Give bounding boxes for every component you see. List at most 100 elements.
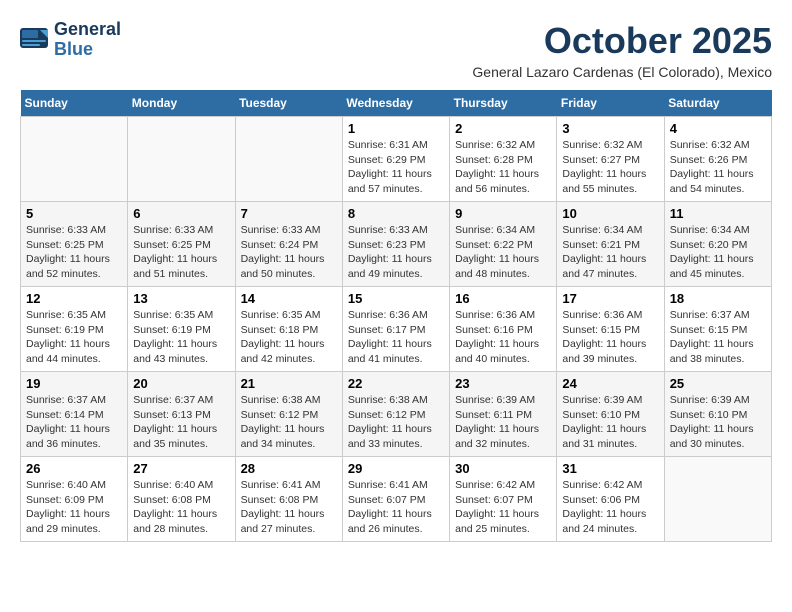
calendar-cell: 21 Sunrise: 6:38 AMSunset: 6:12 PMDayligh…: [235, 372, 342, 457]
page-title: October 2025: [472, 20, 772, 62]
day-number: 2: [455, 121, 551, 136]
calendar-cell: 15 Sunrise: 6:36 AMSunset: 6:17 PMDayligh…: [342, 287, 449, 372]
calendar-cell: [128, 117, 235, 202]
weekday-header-row: SundayMondayTuesdayWednesdayThursdayFrid…: [21, 90, 772, 117]
calendar-cell: 31 Sunrise: 6:42 AMSunset: 6:06 PMDayligh…: [557, 457, 664, 542]
day-number: 19: [26, 376, 122, 391]
day-number: 5: [26, 206, 122, 221]
day-info: Sunrise: 6:36 AMSunset: 6:16 PMDaylight:…: [455, 308, 551, 367]
calendar-cell: 28 Sunrise: 6:41 AMSunset: 6:08 PMDayligh…: [235, 457, 342, 542]
page-subtitle: General Lazaro Cardenas (El Colorado), M…: [472, 64, 772, 80]
day-number: 4: [670, 121, 766, 136]
day-number: 10: [562, 206, 658, 221]
logo-line2: Blue: [54, 40, 121, 60]
day-number: 24: [562, 376, 658, 391]
day-number: 3: [562, 121, 658, 136]
day-info: Sunrise: 6:35 AMSunset: 6:19 PMDaylight:…: [26, 308, 122, 367]
calendar-cell: [664, 457, 771, 542]
day-number: 30: [455, 461, 551, 476]
calendar-cell: 11Sunrise: 6:34 AMSunset: 6:20 PMDayligh…: [664, 202, 771, 287]
calendar-cell: 8 Sunrise: 6:33 AMSunset: 6:23 PMDaylight…: [342, 202, 449, 287]
logo: General Blue: [20, 20, 121, 60]
calendar-cell: 26Sunrise: 6:40 AMSunset: 6:09 PMDayligh…: [21, 457, 128, 542]
day-info: Sunrise: 6:35 AMSunset: 6:18 PMDaylight:…: [241, 308, 337, 367]
day-info: Sunrise: 6:32 AMSunset: 6:28 PMDaylight:…: [455, 138, 551, 197]
calendar-cell: 9Sunrise: 6:34 AMSunset: 6:22 PMDaylight…: [450, 202, 557, 287]
day-number: 8: [348, 206, 444, 221]
day-info: Sunrise: 6:41 AMSunset: 6:08 PMDaylight:…: [241, 478, 337, 537]
day-number: 29: [348, 461, 444, 476]
day-number: 12: [26, 291, 122, 306]
weekday-header-friday: Friday: [557, 90, 664, 117]
week-row-1: 1Sunrise: 6:31 AMSunset: 6:29 PMDaylight…: [21, 117, 772, 202]
calendar-cell: 6 Sunrise: 6:33 AMSunset: 6:25 PMDaylight…: [128, 202, 235, 287]
week-row-3: 12 Sunrise: 6:35 AMSunset: 6:19 PMDayligh…: [21, 287, 772, 372]
day-number: 28: [241, 461, 337, 476]
day-info: Sunrise: 6:41 AMSunset: 6:07 PMDaylight:…: [348, 478, 444, 537]
day-number: 13: [133, 291, 229, 306]
calendar-cell: 29 Sunrise: 6:41 AMSunset: 6:07 PMDayligh…: [342, 457, 449, 542]
day-number: 25: [670, 376, 766, 391]
day-info: Sunrise: 6:33 AMSunset: 6:25 PMDaylight:…: [26, 223, 122, 282]
weekday-header-wednesday: Wednesday: [342, 90, 449, 117]
calendar-cell: 12 Sunrise: 6:35 AMSunset: 6:19 PMDayligh…: [21, 287, 128, 372]
day-number: 31: [562, 461, 658, 476]
calendar-cell: 4 Sunrise: 6:32 AMSunset: 6:26 PMDaylight…: [664, 117, 771, 202]
day-number: 21: [241, 376, 337, 391]
day-number: 27: [133, 461, 229, 476]
day-number: 18: [670, 291, 766, 306]
day-info: Sunrise: 6:36 AMSunset: 6:17 PMDaylight:…: [348, 308, 444, 367]
calendar-table: SundayMondayTuesdayWednesdayThursdayFrid…: [20, 90, 772, 542]
calendar-cell: 3 Sunrise: 6:32 AMSunset: 6:27 PMDaylight…: [557, 117, 664, 202]
day-info: Sunrise: 6:32 AMSunset: 6:26 PMDaylight:…: [670, 138, 766, 197]
calendar-cell: 18 Sunrise: 6:37 AMSunset: 6:15 PMDayligh…: [664, 287, 771, 372]
day-info: Sunrise: 6:38 AMSunset: 6:12 PMDaylight:…: [241, 393, 337, 452]
day-info: Sunrise: 6:37 AMSunset: 6:14 PMDaylight:…: [26, 393, 122, 452]
day-info: Sunrise: 6:33 AMSunset: 6:23 PMDaylight:…: [348, 223, 444, 282]
day-info: Sunrise: 6:36 AMSunset: 6:15 PMDaylight:…: [562, 308, 658, 367]
calendar-cell: 16 Sunrise: 6:36 AMSunset: 6:16 PMDayligh…: [450, 287, 557, 372]
day-number: 16: [455, 291, 551, 306]
calendar-cell: 13 Sunrise: 6:35 AMSunset: 6:19 PMDayligh…: [128, 287, 235, 372]
day-info: Sunrise: 6:34 AMSunset: 6:21 PMDaylight:…: [562, 223, 658, 282]
calendar-cell: 19 Sunrise: 6:37 AMSunset: 6:14 PMDayligh…: [21, 372, 128, 457]
day-info: Sunrise: 6:40 AMSunset: 6:09 PMDaylight:…: [26, 478, 122, 537]
calendar-cell: 7Sunrise: 6:33 AMSunset: 6:24 PMDaylight…: [235, 202, 342, 287]
calendar-cell: 23 Sunrise: 6:39 AMSunset: 6:11 PMDayligh…: [450, 372, 557, 457]
calendar-cell: 5 Sunrise: 6:33 AMSunset: 6:25 PMDaylight…: [21, 202, 128, 287]
calendar-cell: 2 Sunrise: 6:32 AMSunset: 6:28 PMDaylight…: [450, 117, 557, 202]
week-row-5: 26Sunrise: 6:40 AMSunset: 6:09 PMDayligh…: [21, 457, 772, 542]
calendar-cell: 20 Sunrise: 6:37 AMSunset: 6:13 PMDayligh…: [128, 372, 235, 457]
day-info: Sunrise: 6:37 AMSunset: 6:13 PMDaylight:…: [133, 393, 229, 452]
day-info: Sunrise: 6:33 AMSunset: 6:25 PMDaylight:…: [133, 223, 229, 282]
week-row-2: 5 Sunrise: 6:33 AMSunset: 6:25 PMDaylight…: [21, 202, 772, 287]
weekday-header-saturday: Saturday: [664, 90, 771, 117]
day-info: Sunrise: 6:39 AMSunset: 6:10 PMDaylight:…: [562, 393, 658, 452]
day-info: Sunrise: 6:37 AMSunset: 6:15 PMDaylight:…: [670, 308, 766, 367]
day-info: Sunrise: 6:35 AMSunset: 6:19 PMDaylight:…: [133, 308, 229, 367]
day-number: 23: [455, 376, 551, 391]
day-info: Sunrise: 6:32 AMSunset: 6:27 PMDaylight:…: [562, 138, 658, 197]
day-info: Sunrise: 6:42 AMSunset: 6:06 PMDaylight:…: [562, 478, 658, 537]
day-number: 22: [348, 376, 444, 391]
day-info: Sunrise: 6:39 AMSunset: 6:11 PMDaylight:…: [455, 393, 551, 452]
day-info: Sunrise: 6:34 AMSunset: 6:20 PMDaylight:…: [670, 223, 766, 282]
calendar-cell: 25Sunrise: 6:39 AMSunset: 6:10 PMDayligh…: [664, 372, 771, 457]
day-number: 20: [133, 376, 229, 391]
day-number: 6: [133, 206, 229, 221]
calendar-cell: 10 Sunrise: 6:34 AMSunset: 6:21 PMDayligh…: [557, 202, 664, 287]
calendar-cell: 27 Sunrise: 6:40 AMSunset: 6:08 PMDayligh…: [128, 457, 235, 542]
calendar-cell: 17Sunrise: 6:36 AMSunset: 6:15 PMDayligh…: [557, 287, 664, 372]
day-info: Sunrise: 6:42 AMSunset: 6:07 PMDaylight:…: [455, 478, 551, 537]
calendar-cell: 24 Sunrise: 6:39 AMSunset: 6:10 PMDayligh…: [557, 372, 664, 457]
calendar-cell: [21, 117, 128, 202]
weekday-header-thursday: Thursday: [450, 90, 557, 117]
day-info: Sunrise: 6:40 AMSunset: 6:08 PMDaylight:…: [133, 478, 229, 537]
day-number: 15: [348, 291, 444, 306]
weekday-header-sunday: Sunday: [21, 90, 128, 117]
logo-line1: General: [54, 20, 121, 40]
weekday-header-tuesday: Tuesday: [235, 90, 342, 117]
calendar-cell: 1Sunrise: 6:31 AMSunset: 6:29 PMDaylight…: [342, 117, 449, 202]
day-info: Sunrise: 6:31 AMSunset: 6:29 PMDaylight:…: [348, 138, 444, 197]
weekday-header-monday: Monday: [128, 90, 235, 117]
